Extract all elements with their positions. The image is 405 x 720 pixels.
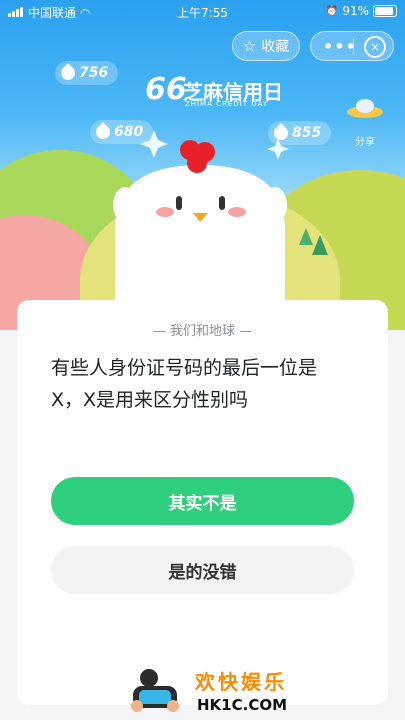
quiz-card: — 我们和地球 — 有些人身份证号码的最后一位是 X，X是用来区分性别吗 其实不… [17, 300, 388, 705]
battery-icon [373, 5, 397, 17]
answer-option-b[interactable]: 是的没错 [51, 546, 354, 594]
score-value: 855 [292, 125, 322, 141]
logo-subtitle: ZHIMA CREDIT DAY [185, 100, 269, 108]
watermark: 欢快娱乐 HK1C.COM [125, 660, 295, 720]
score-value: 680 [114, 124, 144, 140]
logo-number: 66 [145, 72, 187, 107]
gamer-logo [131, 669, 179, 712]
water-drop-icon [58, 63, 78, 83]
capsule-menu: ••• × [310, 31, 394, 61]
topic-tag: — 我们和地球 — [152, 324, 253, 339]
question-text: 有些人身份证号码的最后一位是 X，X是用来区分性别吗 [51, 352, 351, 416]
water-drop-icon [93, 122, 113, 142]
status-bar: 中国联通 ◠ 上午7:55 ⏰ 91% [0, 0, 405, 22]
share-label[interactable]: 分享 [355, 133, 375, 148]
score-value: 756 [79, 65, 109, 81]
score-bubble-1[interactable]: 756 [55, 61, 119, 85]
divider [353, 39, 354, 54]
alarm-icon: ⏰ [325, 5, 339, 17]
watermark-title: 欢快娱乐 [195, 670, 287, 694]
score-bubble-2[interactable]: 680 [90, 120, 154, 144]
favorite-button[interactable]: ☆ 收藏 [232, 31, 300, 61]
star-icon: ☆ [242, 37, 257, 55]
score-bubble-3[interactable]: 855 [268, 121, 332, 145]
tree-icon [299, 228, 328, 255]
water-drop-icon [271, 123, 291, 143]
question-line-1: 有些人身份证号码的最后一位是 [51, 357, 318, 379]
favorite-label: 收藏 [261, 39, 290, 55]
more-icon[interactable]: ••• [323, 37, 357, 56]
question-line-2: X，X是用来区分性别吗 [51, 389, 249, 411]
status-time: 上午7:55 [177, 6, 228, 20]
watermark-url: HK1C.COM [197, 696, 288, 714]
ufo-icon [347, 99, 383, 118]
answer-option-a[interactable]: 其实不是 [51, 477, 354, 525]
close-icon[interactable]: × [364, 36, 386, 58]
battery-percent: 91% [342, 4, 369, 18]
